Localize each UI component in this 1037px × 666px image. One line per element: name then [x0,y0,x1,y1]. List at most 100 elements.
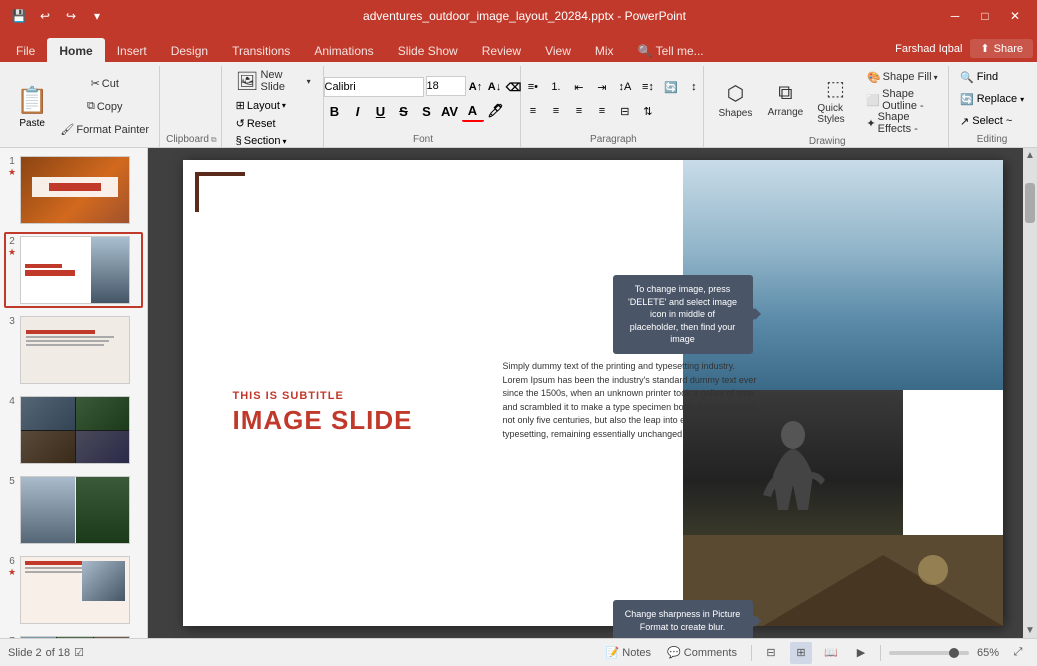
arrange-button[interactable]: ⧉ Arrange [762,71,808,129]
fit-slide-btn[interactable]: ⤢ [1007,642,1029,664]
paste-button[interactable]: 📋 Paste [10,78,54,136]
quick-styles-button[interactable]: ⬚ Quick Styles [812,71,858,129]
font-size-input[interactable] [426,76,466,96]
section-dropdown[interactable]: ▾ [282,137,286,146]
tab-home[interactable]: Home [47,38,104,62]
indent-inc-btn[interactable]: ⇥ [591,76,613,98]
slide-img-4 [20,396,130,464]
notes-btn[interactable]: 📝 Notes [600,644,658,661]
share-button[interactable]: ⬆ Share [970,39,1033,58]
redo-quick-btn[interactable]: ↪ [60,5,82,27]
columns-btn[interactable]: ⊟ [614,100,636,122]
restore-btn[interactable]: □ [971,2,999,30]
select-button[interactable]: ↗ Select ~ [954,111,1030,131]
bold-button[interactable]: B [324,100,346,122]
scroll-down-btn[interactable]: ▼ [1023,623,1037,638]
tab-mix[interactable]: Mix [583,38,626,62]
char-spacing-btn[interactable]: AV [439,100,461,122]
align-left-btn[interactable]: ≡ [522,100,544,122]
tab-slideshow[interactable]: Slide Show [386,38,470,62]
font-size-increase-btn[interactable]: A↑ [467,76,485,98]
scroll-thumb[interactable] [1025,183,1035,223]
slide-thumb-2[interactable]: 2 ★ [4,232,143,308]
copy-button[interactable]: ⧉ Copy [56,96,153,118]
underline-button[interactable]: U [370,100,392,122]
user-name: Farshad Iqbal [895,43,962,55]
justify-btn[interactable]: ≡ [591,100,613,122]
slide-thumb-1[interactable]: 1 ★ [4,152,143,228]
tab-insert[interactable]: Insert [105,38,159,62]
customize-quick-btn[interactable]: ▾ [86,5,108,27]
italic-button[interactable]: I [347,100,369,122]
slide-of: of 18 [46,647,70,659]
align-right-btn[interactable]: ≡ [568,100,590,122]
save-quick-btn[interactable]: 💾 [8,5,30,27]
tab-transitions[interactable]: Transitions [220,38,302,62]
find-button[interactable]: 🔍 Find [954,67,1030,87]
font-color-btn[interactable]: A [462,100,484,122]
tab-file[interactable]: File [4,38,47,62]
shape-effects-btn[interactable]: ✦ Shape Effects - [862,112,942,134]
shapes-btn-container: ⬡ Shapes [712,71,758,129]
tab-view[interactable]: View [533,38,583,62]
replace-button[interactable]: 🔄 Replace ▾ [954,89,1030,109]
shapes-button[interactable]: ⬡ Shapes [712,71,758,129]
tab-animations[interactable]: Animations [302,38,385,62]
shape-fill-dropdown[interactable]: ▾ [934,73,938,82]
accessibility-icon[interactable]: ☑ [74,646,84,659]
slide-thumb-6[interactable]: 6 ★ [4,552,143,628]
align-center-btn[interactable]: ≡ [545,100,567,122]
cut-button[interactable]: ✂ Cut [56,73,153,95]
slide-thumb-3[interactable]: 3 ★ [4,312,143,388]
numbering-btn[interactable]: 1. [545,76,567,98]
new-slide-dropdown[interactable]: ▾ [307,77,311,86]
comments-icon: 💬 [667,647,681,659]
close-btn[interactable]: ✕ [1001,2,1029,30]
new-slide-row: 🖼 New Slide ▾ [230,66,317,96]
tab-design[interactable]: Design [159,38,220,62]
indent-dec-btn[interactable]: ⇤ [568,76,590,98]
convert-smartart-btn[interactable]: 🔄 [660,76,682,98]
new-slide-button[interactable]: 🖼 New Slide ▾ [230,66,317,96]
reset-button[interactable]: ↺ Reset [230,115,282,132]
format-painter-button[interactable]: 🖌 Format Painter [56,119,153,141]
text-dir-btn[interactable]: ↕A [614,76,636,98]
comments-btn[interactable]: 💬 Comments [661,644,743,661]
highlight-btn[interactable]: 🖊 [485,100,507,122]
share-icon: ⬆ [980,42,989,55]
scroll-up-btn[interactable]: ▲ [1023,148,1037,163]
font-name-input[interactable] [324,77,424,97]
layout-dropdown[interactable]: ▾ [282,101,286,110]
titlebar: 💾 ↩ ↪ ▾ adventures_outdoor_image_layout_… [0,0,1037,32]
normal-view-btn[interactable]: ⊟ [760,642,782,664]
slide-sorter-btn[interactable]: ⊞ [790,642,812,664]
arrange-btn-container: ⧉ Arrange [762,71,808,129]
reading-view-btn[interactable]: 📖 [820,642,842,664]
slide-canvas[interactable]: THIS IS SUBTITLE IMAGE SLIDE Simply dumm… [183,160,1003,626]
undo-quick-btn[interactable]: ↩ [34,5,56,27]
minimize-btn[interactable]: ─ [941,2,969,30]
slide-thumb-7[interactable]: 7 ★ [4,632,143,638]
bullets-btn[interactable]: ≡• [522,76,544,98]
slide-show-btn[interactable]: ▶ [850,642,872,664]
tab-review[interactable]: Review [470,38,533,62]
shadow-button[interactable]: S [416,100,438,122]
font-size-decrease-btn[interactable]: A↓ [486,76,504,98]
zoom-thumb[interactable] [949,648,959,658]
tab-tellme[interactable]: 🔍 Tell me... [626,38,716,62]
section-button[interactable]: § Section ▾ [230,133,293,149]
strikethrough-button[interactable]: S [393,100,415,122]
layout-button[interactable]: ⊞ Layout ▾ [230,97,292,114]
clipboard-label-container: Clipboard ⧉ [162,66,222,147]
slide-thumb-5[interactable]: 5 ★ [4,472,143,548]
line-spacing-btn[interactable]: ↕ [683,76,705,98]
para-spacing-btn[interactable]: ⇅ [637,100,659,122]
clear-formatting-btn[interactable]: ⌫ [505,76,523,98]
clipboard-expander[interactable]: ⧉ [211,135,217,145]
shape-outline-btn[interactable]: ⬜ Shape Outline - [862,89,942,111]
replace-dropdown[interactable]: ▾ [1020,95,1024,104]
align-text-btn[interactable]: ≡↕ [637,76,659,98]
slide-thumb-4[interactable]: 4 ★ [4,392,143,468]
zoom-slider[interactable] [889,651,969,655]
shape-fill-btn[interactable]: 🎨 Shape Fill ▾ [862,66,942,88]
